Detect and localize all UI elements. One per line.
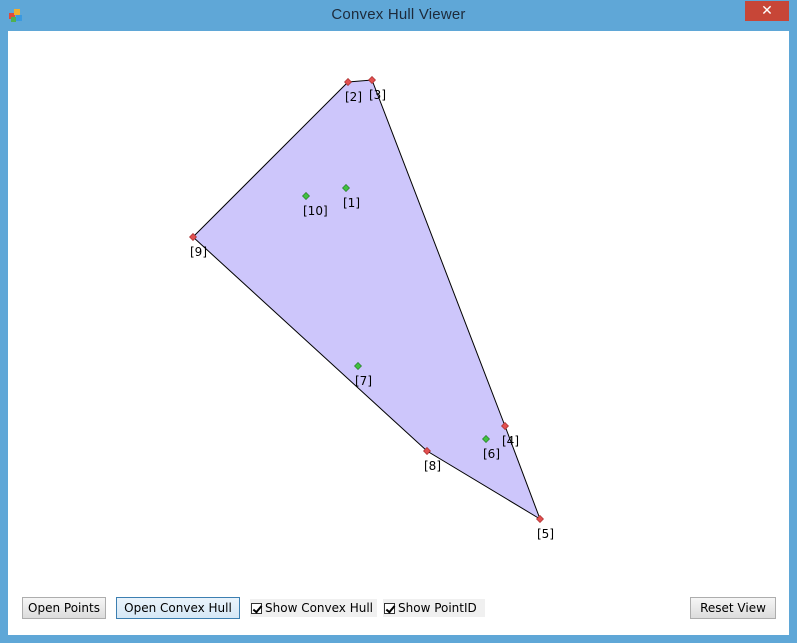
point-id-label: [1] [343, 196, 360, 210]
point-id-label: [7] [355, 374, 372, 388]
close-icon: ✕ [761, 3, 773, 19]
point-id-label: [8] [424, 459, 441, 473]
checkbox-checked-icon [384, 602, 395, 614]
point-id-label: [6] [483, 447, 500, 461]
open-points-button[interactable]: Open Points [22, 597, 106, 619]
app-window: Convex Hull Viewer ✕ [1] [2] [3] [4] [5] [6][… [0, 0, 797, 643]
window-title: Convex Hull Viewer [331, 6, 466, 23]
point-id-label: [5] [537, 527, 554, 541]
point-id-label: [4] [502, 434, 519, 448]
open-convex-hull-button[interactable]: Open Convex Hull [116, 597, 240, 619]
close-button[interactable]: ✕ [745, 1, 789, 21]
point-id-label: [3] [369, 88, 386, 102]
hull-canvas[interactable]: [1] [2] [3] [4] [5] [6] [7] [8] [9] [10] [8, 31, 789, 586]
checkbox-checked-icon [251, 602, 262, 614]
title-bar[interactable]: Convex Hull Viewer ✕ [0, 0, 797, 30]
show-pointid-checkbox[interactable]: Show PointID [383, 599, 485, 617]
show-pointid-label: Show PointID [398, 601, 477, 615]
point-id-label: [9] [190, 245, 207, 259]
point-id-label: [2] [345, 90, 362, 104]
point-id-label: [10] [303, 204, 328, 218]
reset-view-button[interactable]: Reset View [690, 597, 776, 619]
show-convex-hull-checkbox[interactable]: Show Convex Hull [250, 599, 378, 617]
viewer-area: [1] [2] [3] [4] [5] [6] [7] [8] [9] [10] Open Poi… [8, 31, 789, 635]
show-convex-hull-label: Show Convex Hull [265, 601, 374, 615]
